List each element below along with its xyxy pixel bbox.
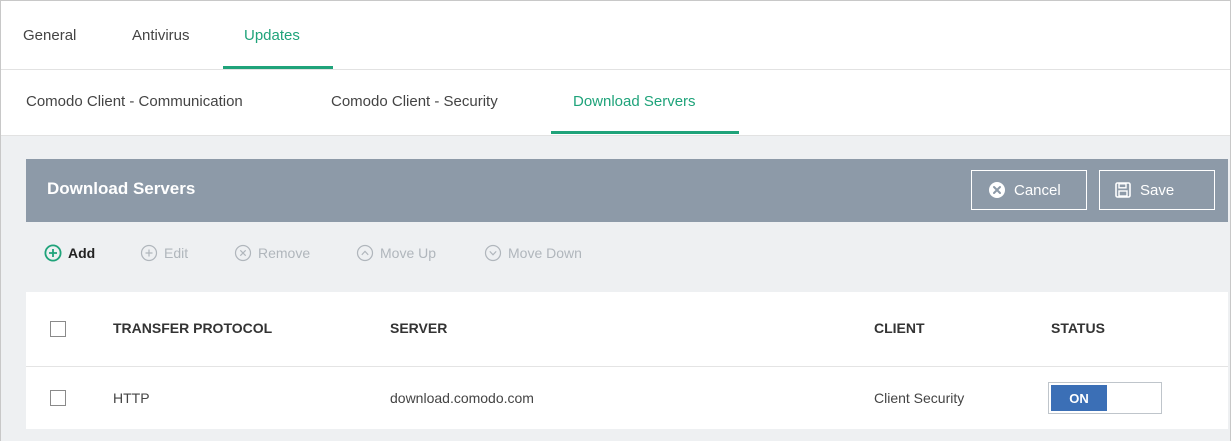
- add-icon: [44, 244, 62, 262]
- table-row[interactable]: HTTP download.comodo.com Client Security…: [26, 367, 1228, 429]
- subtab-client-security[interactable]: Comodo Client - Security: [331, 93, 498, 110]
- save-button[interactable]: Save: [1099, 170, 1215, 210]
- move-up-button[interactable]: Move Up: [356, 244, 436, 262]
- cell-server: download.comodo.com: [390, 390, 534, 406]
- add-button[interactable]: Add: [44, 244, 95, 262]
- top-tab-bar: General Antivirus Updates: [1, 1, 1230, 70]
- toolbar: Add Edit Remove Move Up Move Down: [26, 222, 1228, 292]
- move-up-label: Move Up: [380, 245, 437, 261]
- col-status[interactable]: STATUS: [1051, 320, 1105, 336]
- status-toggle[interactable]: ON: [1048, 382, 1162, 414]
- chevron-up-icon: [356, 244, 374, 262]
- move-down-label: Move Down: [508, 245, 582, 261]
- sub-tab-bar: Comodo Client - Communication Comodo Cli…: [1, 70, 1230, 136]
- save-icon: [1114, 181, 1132, 199]
- remove-icon: [234, 244, 252, 262]
- settings-window: General Antivirus Updates Comodo Client …: [0, 0, 1231, 441]
- active-tab-indicator: [223, 66, 333, 69]
- status-toggle-on-label: ON: [1051, 385, 1107, 411]
- remove-label: Remove: [258, 245, 311, 261]
- row-checkbox[interactable]: [50, 390, 66, 406]
- move-down-button[interactable]: Move Down: [484, 244, 582, 262]
- col-transfer-protocol[interactable]: TRANSFER PROTOCOL: [113, 320, 272, 336]
- cancel-label: Cancel: [1014, 181, 1061, 199]
- panel-title: Download Servers: [47, 179, 196, 198]
- content-area: Download Servers Cancel Save Add Edit Re…: [1, 136, 1230, 441]
- table-header: TRANSFER PROTOCOL SERVER CLIENT STATUS: [26, 292, 1228, 367]
- edit-button[interactable]: Edit: [140, 244, 188, 262]
- cell-client: Client Security: [874, 390, 965, 406]
- edit-icon: [140, 244, 158, 262]
- save-label: Save: [1140, 181, 1175, 199]
- subtab-client-communication[interactable]: Comodo Client - Communication: [26, 93, 243, 110]
- cancel-icon: [988, 181, 1006, 199]
- active-subtab-indicator: [551, 131, 739, 134]
- subtab-download-servers[interactable]: Download Servers: [573, 93, 696, 110]
- add-label: Add: [68, 245, 96, 261]
- panel-header: Download Servers Cancel Save: [26, 159, 1228, 222]
- chevron-down-icon: [484, 244, 502, 262]
- tab-updates[interactable]: Updates: [244, 27, 300, 44]
- cancel-button[interactable]: Cancel: [971, 170, 1087, 210]
- col-server[interactable]: SERVER: [390, 320, 447, 336]
- servers-table: TRANSFER PROTOCOL SERVER CLIENT STATUS H…: [26, 292, 1228, 429]
- tab-general[interactable]: General: [23, 27, 76, 44]
- cell-protocol: HTTP: [113, 390, 150, 406]
- col-client[interactable]: CLIENT: [874, 320, 925, 336]
- remove-button[interactable]: Remove: [234, 244, 310, 262]
- select-all-checkbox[interactable]: [50, 321, 66, 337]
- edit-label: Edit: [164, 245, 189, 261]
- tab-antivirus[interactable]: Antivirus: [132, 27, 190, 44]
